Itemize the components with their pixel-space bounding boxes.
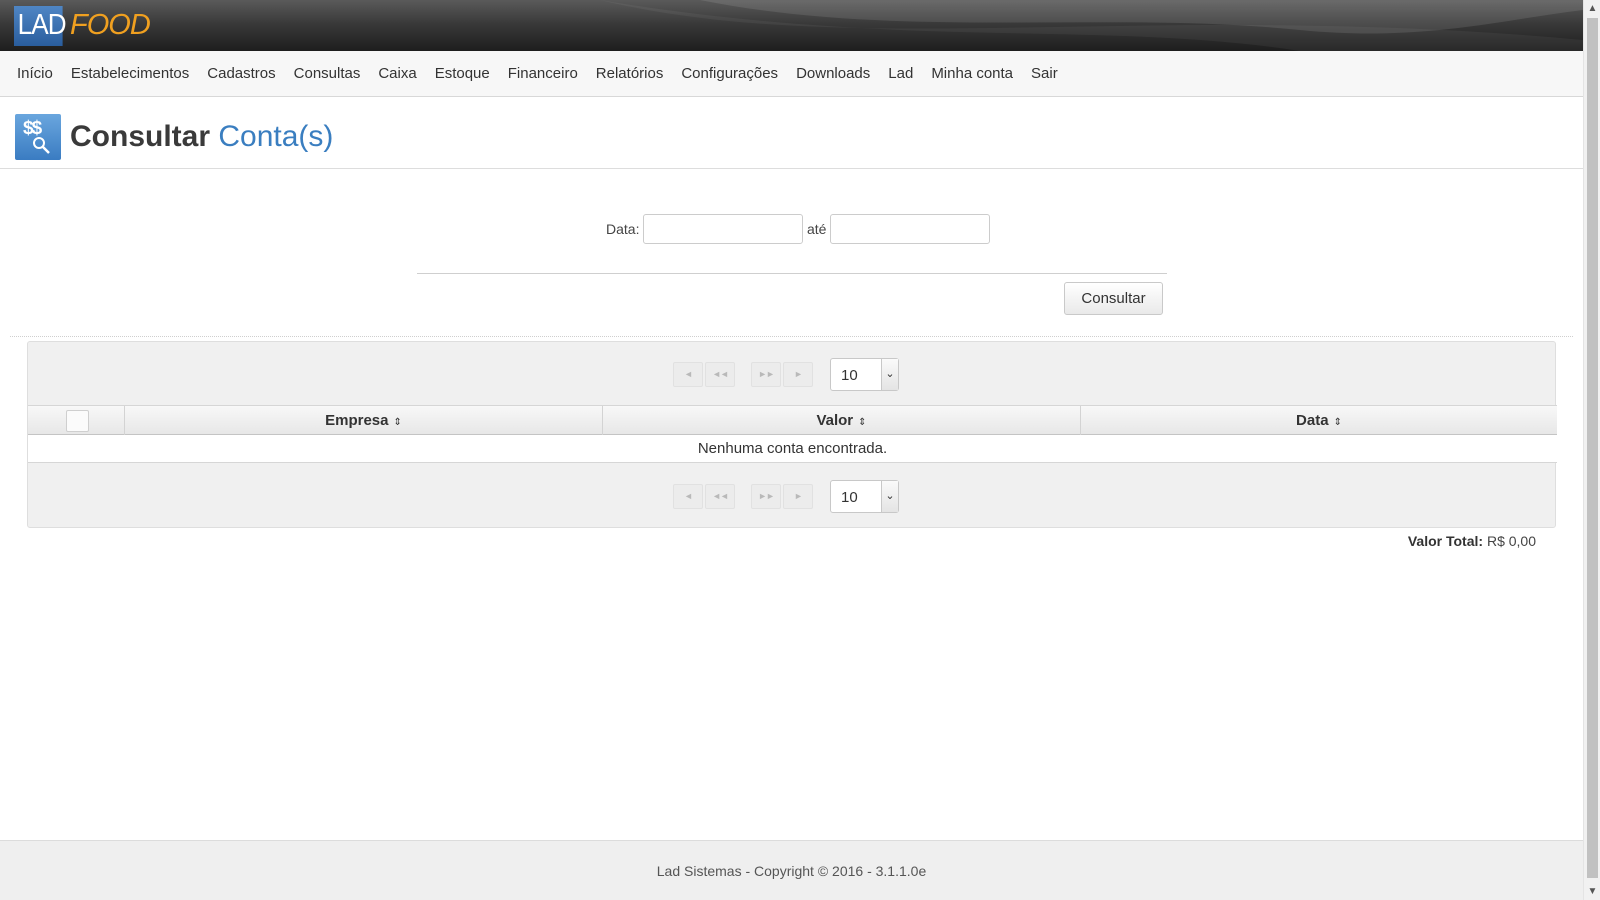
nav-item-relatorios[interactable]: Relatórios bbox=[587, 51, 673, 97]
rows-per-page-select[interactable]: 10 ⌄ bbox=[830, 358, 899, 391]
section-divider bbox=[10, 336, 1573, 337]
last-page-icon: ► bbox=[794, 491, 803, 501]
select-all-checkbox[interactable] bbox=[66, 410, 89, 432]
pager-top: ◄ ◄◄ ►► ► 10 ⌄ bbox=[28, 358, 1555, 392]
last-page-icon: ► bbox=[794, 369, 803, 379]
page-footer: Lad Sistemas - Copyright © 2016 - 3.1.1.… bbox=[0, 840, 1583, 900]
nav-item-inicio[interactable]: Início bbox=[8, 51, 62, 97]
page-title-bar: $$ Consultar Conta(s) bbox=[0, 97, 1583, 169]
money-search-icon: $$ bbox=[15, 114, 61, 160]
select-all-column bbox=[28, 406, 125, 435]
table-header: Empresa ⇕ Valor ⇕ Data ⇕ bbox=[28, 405, 1557, 435]
chevron-down-icon: ⌄ bbox=[881, 359, 898, 390]
column-header-valor[interactable]: Valor ⇕ bbox=[603, 406, 1081, 435]
brand-logo[interactable]: LAD FOOD bbox=[14, 6, 151, 46]
pager-prev-button[interactable]: ◄◄ bbox=[705, 484, 735, 509]
date-from-label: Data: bbox=[606, 221, 640, 237]
column-header-data[interactable]: Data ⇕ bbox=[1081, 406, 1557, 435]
column-header-label: Valor bbox=[816, 412, 854, 429]
scrollbar-thumb[interactable] bbox=[1587, 18, 1598, 878]
rows-per-page-value: 10 bbox=[841, 367, 858, 384]
nav-item-estabelecimentos[interactable]: Estabelecimentos bbox=[62, 51, 198, 97]
valor-total-value: R$ 0,00 bbox=[1486, 533, 1536, 549]
pager-bottom: ◄ ◄◄ ►► ► 10 ⌄ bbox=[28, 480, 1555, 514]
page-title: Consultar Conta(s) bbox=[70, 120, 333, 154]
column-header-label: Empresa bbox=[325, 412, 389, 429]
pager-prev-button[interactable]: ◄◄ bbox=[705, 362, 735, 387]
valor-total-summary: Valor Total: R$ 0,00 bbox=[1408, 533, 1536, 549]
date-from-input[interactable] bbox=[643, 214, 803, 244]
results-datatable: ◄ ◄◄ ►► ► 10 ⌄ Empresa ⇕ Valor ⇕ Data ⇕ bbox=[27, 341, 1557, 528]
pager-last-button[interactable]: ► bbox=[783, 362, 813, 387]
pager-last-button[interactable]: ► bbox=[783, 484, 813, 509]
empty-table-message: Nenhuma conta encontrada. bbox=[697, 440, 888, 457]
nav-item-lad[interactable]: Lad bbox=[879, 51, 922, 97]
nav-item-minha-conta[interactable]: Minha conta bbox=[922, 51, 1022, 97]
scroll-down-arrow-icon[interactable]: ▼ bbox=[1584, 883, 1600, 900]
pager-first-button[interactable]: ◄ bbox=[673, 362, 703, 387]
column-header-empresa[interactable]: Empresa ⇕ bbox=[125, 406, 603, 435]
date-to-label: até bbox=[807, 221, 827, 237]
first-page-icon: ◄ bbox=[684, 369, 693, 379]
next-page-icon: ►► bbox=[758, 491, 775, 501]
nav-item-consultas[interactable]: Consultas bbox=[285, 51, 370, 97]
app-viewport: LAD FOOD Início Estabelecimentos Cadastr… bbox=[0, 0, 1583, 900]
brand-logo-food: FOOD bbox=[70, 9, 151, 41]
valor-total-label: Valor Total: bbox=[1407, 533, 1484, 549]
pager-next-button[interactable]: ►► bbox=[751, 362, 781, 387]
first-page-icon: ◄ bbox=[684, 491, 693, 501]
sort-icon: ⇕ bbox=[858, 417, 867, 428]
vertical-scrollbar[interactable]: ▲ ▼ bbox=[1583, 0, 1600, 900]
main-nav: Início Estabelecimentos Cadastros Consul… bbox=[0, 51, 1583, 97]
pager-first-button[interactable]: ◄ bbox=[673, 484, 703, 509]
footer-copyright: Lad Sistemas - Copyright © 2016 - 3.1.1.… bbox=[656, 863, 927, 879]
rows-per-page-select[interactable]: 10 ⌄ bbox=[830, 480, 899, 513]
pager-next-button[interactable]: ►► bbox=[751, 484, 781, 509]
sort-icon: ⇕ bbox=[1333, 417, 1342, 428]
nav-item-caixa[interactable]: Caixa bbox=[369, 51, 425, 97]
rows-per-page-value: 10 bbox=[841, 489, 858, 506]
nav-item-cadastros[interactable]: Cadastros bbox=[198, 51, 284, 97]
nav-item-configuracoes[interactable]: Configurações bbox=[672, 51, 787, 97]
magnifier-icon bbox=[33, 137, 50, 154]
consultar-button[interactable]: Consultar bbox=[1064, 282, 1163, 315]
header-wave-decoration bbox=[600, 0, 1583, 51]
scroll-up-arrow-icon[interactable]: ▲ bbox=[1584, 0, 1600, 17]
nav-item-estoque[interactable]: Estoque bbox=[426, 51, 499, 97]
date-filter: Data: até bbox=[0, 212, 1583, 244]
next-page-icon: ►► bbox=[758, 369, 775, 379]
form-divider bbox=[417, 273, 1167, 274]
page-title-accent: Conta(s) bbox=[218, 120, 334, 153]
table-body: Nenhuma conta encontrada. bbox=[28, 435, 1557, 463]
nav-item-downloads[interactable]: Downloads bbox=[787, 51, 879, 97]
nav-item-sair[interactable]: Sair bbox=[1022, 51, 1067, 97]
date-to-input[interactable] bbox=[830, 214, 990, 244]
page-title-main: Consultar bbox=[70, 120, 211, 153]
prev-page-icon: ◄◄ bbox=[712, 491, 729, 501]
prev-page-icon: ◄◄ bbox=[712, 369, 729, 379]
sort-icon: ⇕ bbox=[393, 417, 402, 428]
chevron-down-icon: ⌄ bbox=[881, 481, 898, 512]
top-header: LAD FOOD bbox=[0, 0, 1583, 51]
column-header-label: Data bbox=[1296, 412, 1329, 429]
brand-logo-lad: LAD bbox=[14, 6, 67, 46]
nav-item-financeiro[interactable]: Financeiro bbox=[499, 51, 587, 97]
